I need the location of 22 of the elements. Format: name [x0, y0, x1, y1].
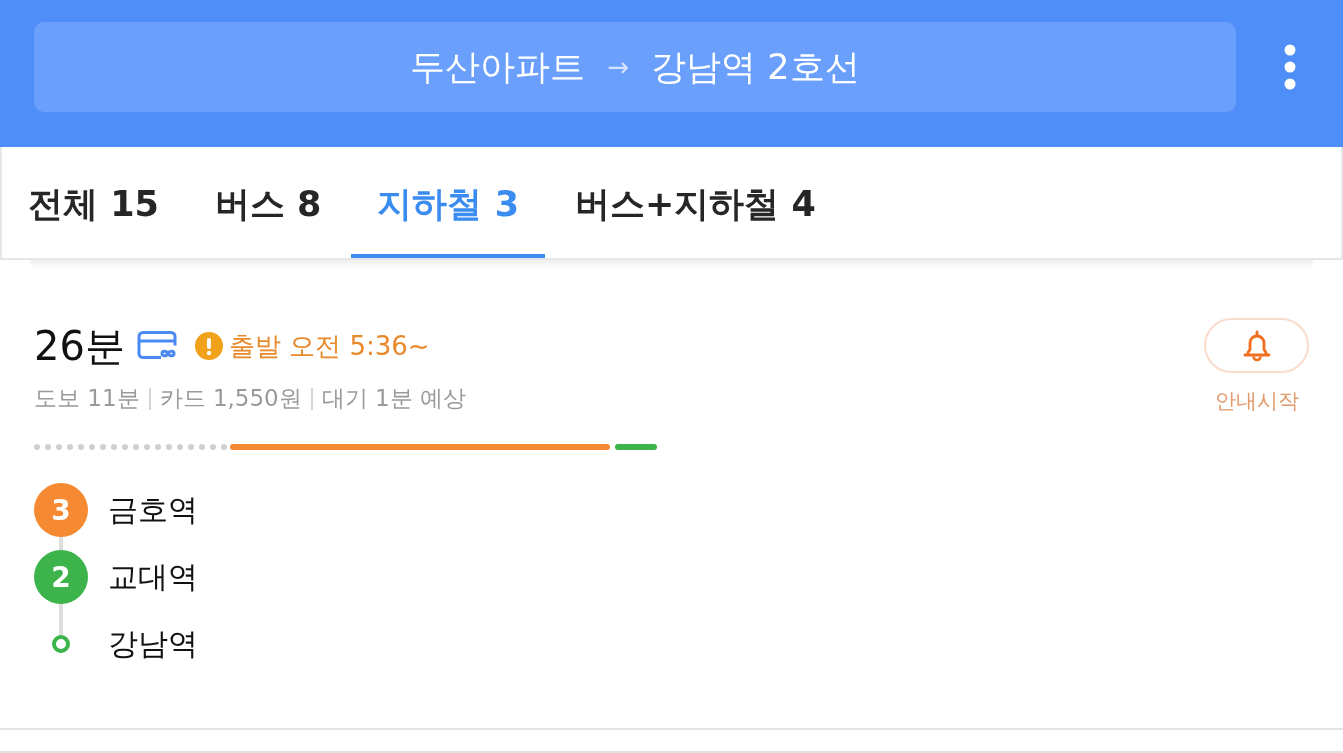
route-mode-tab[interactable]: 버스+지하철 4 [549, 147, 842, 258]
departure-time-text: 출발 오전 5:36~ [228, 329, 430, 363]
start-guidance-label: 안내시작 [1214, 388, 1299, 415]
line-badge: 2 [34, 550, 88, 605]
route-mode-tab[interactable]: 전체 15 [2, 147, 185, 258]
more-menu-icon[interactable] [1283, 44, 1296, 90]
route-detail-text: 대기 1분 예상 [321, 384, 466, 413]
line-badge: 3 [34, 483, 88, 538]
route-detail-text: 도보 11분 [34, 384, 140, 413]
start-guidance-button[interactable] [1204, 318, 1309, 373]
route-mode-tab[interactable]: 버스 8 [188, 147, 348, 258]
duration-text: 26분 [34, 321, 125, 371]
station-name: 강남역 [108, 624, 198, 663]
bell-icon [1241, 329, 1272, 362]
destination-text: 강남역 2호선 [651, 45, 860, 89]
station-name: 금호역 [108, 490, 198, 529]
origin-text: 두산아파트 [410, 45, 586, 89]
arrow-text: → [607, 52, 630, 82]
warning-icon [194, 332, 223, 360]
card-icon [136, 331, 177, 361]
station-name: 교대역 [108, 557, 198, 596]
route-detail-text: 카드 1,550원 [159, 384, 302, 413]
